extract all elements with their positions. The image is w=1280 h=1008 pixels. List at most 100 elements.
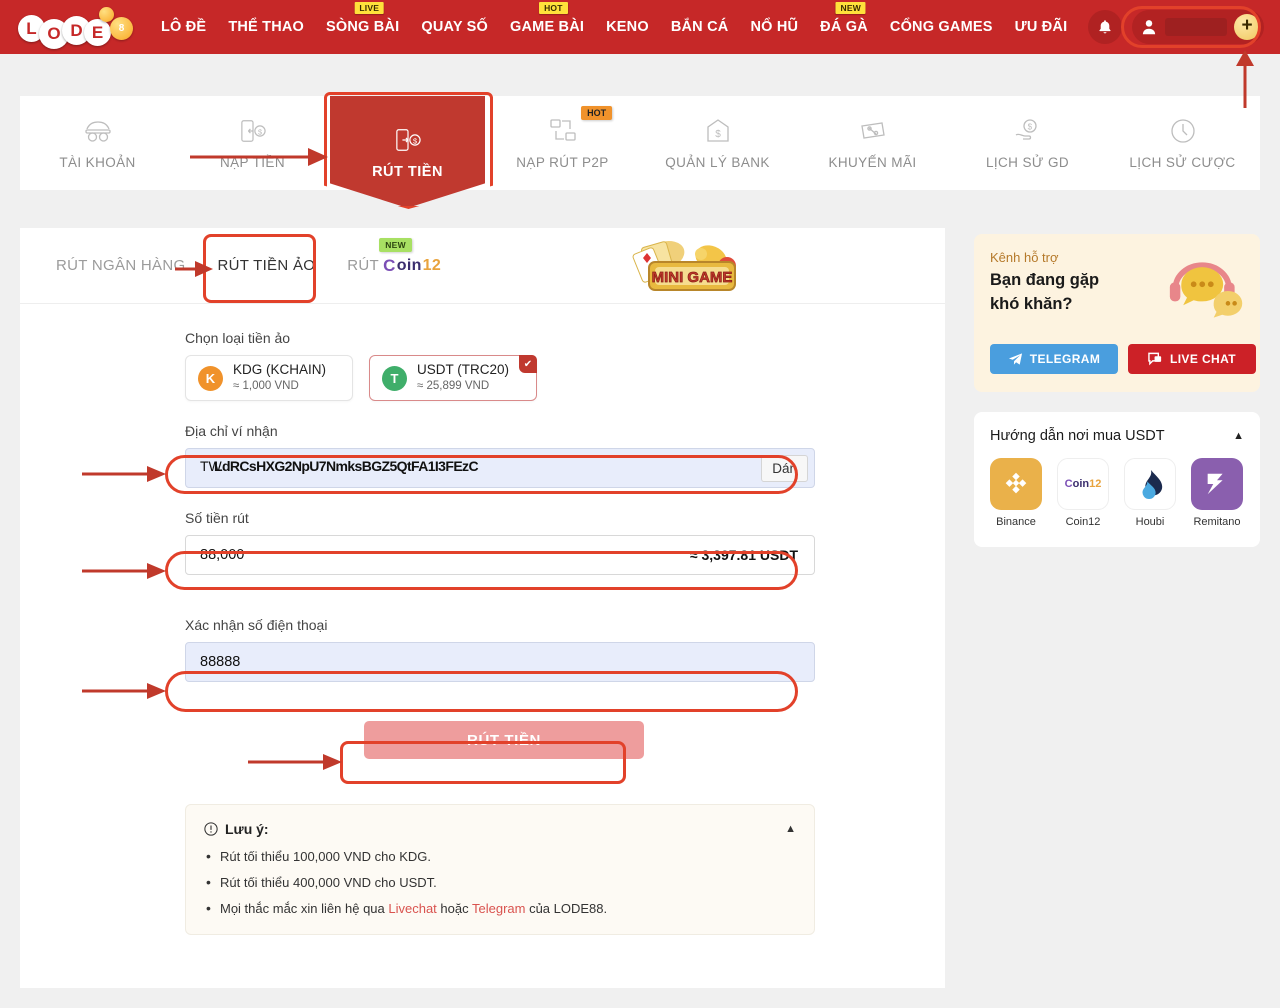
submit-withdraw-button[interactable]: RÚT TIỀN <box>364 721 644 759</box>
nav-label: NỔ HŨ <box>750 19 798 35</box>
nav-item-song-bai[interactable]: LIVE SÒNG BÀI <box>315 0 410 54</box>
nav-item-no-hu[interactable]: NỔ HŨ <box>739 0 809 54</box>
nav-badge-live: LIVE <box>354 2 384 14</box>
huobi-icon <box>1124 458 1176 510</box>
tab-lich-su-gd[interactable]: $ LỊCH SỬ GD <box>950 96 1105 190</box>
tab-rut-tien[interactable]: $ RÚT TIỀN <box>330 96 485 208</box>
coin-option-usdt[interactable]: T USDT (TRC20) ≈ 25,899 VND ✔ <box>369 355 537 401</box>
livechat-button[interactable]: LIVE CHAT <box>1128 344 1256 374</box>
exchange-houbi[interactable]: Houbi <box>1124 458 1176 528</box>
tab-label: QUẢN LÝ BANK <box>665 155 770 170</box>
note-text: Rút tối thiểu 100,000 VND cho KDG. <box>220 849 431 864</box>
tab-nap-rut-p2p[interactable]: HOT NẠP RÚT P2P <box>485 96 640 190</box>
account-tabs-bar: TÀI KHOẢN $ NẠP TIỀN $ RÚT TIỀN HOT <box>20 96 1260 190</box>
notes-box: Lưu ý: ▲ Rút tối thiểu 100,000 VND cho K… <box>185 804 815 935</box>
tab-quan-ly-bank[interactable]: $ QUẢN LÝ BANK <box>640 96 795 190</box>
tab-nap-tien[interactable]: $ NẠP TIỀN <box>175 96 330 190</box>
kdg-coin-icon: K <box>198 366 223 391</box>
usdt-coin-icon: T <box>382 366 407 391</box>
note-text-mid: hoặc <box>437 901 472 916</box>
nav-item-ban-ca[interactable]: BẮN CÁ <box>660 0 740 54</box>
subtab-rut-tien-ao[interactable]: RÚT TIỀN ẢO <box>201 257 331 274</box>
logo-ball-e: E <box>84 19 111 46</box>
amount-label: Số tiền rút <box>185 510 945 526</box>
nav-label: THỂ THAO <box>228 19 304 35</box>
add-funds-plus-button[interactable]: + <box>1234 14 1260 40</box>
nav-item-game-bai[interactable]: HOT GAME BÀI <box>499 0 595 54</box>
guide-collapse-caret[interactable]: ▲ <box>1233 430 1244 442</box>
nav-label: ĐÁ GÀ <box>820 19 868 35</box>
nav-item-lo-de[interactable]: LÔ ĐỀ <box>150 0 217 54</box>
notes-title-row: Lưu ý: <box>204 821 796 837</box>
phone-label: Xác nhận số điện thoại <box>185 617 945 633</box>
notes-collapse-caret[interactable]: ▲ <box>785 823 796 835</box>
remitano-icon <box>1191 458 1243 510</box>
tab-label: RÚT TIỀN <box>372 164 443 180</box>
tab-tai-khoan[interactable]: TÀI KHOẢN <box>20 96 175 190</box>
wallet-address-overlay: LdRCsHXG2NpU7NmksBGZ5QtFA1I3FEzC <box>214 458 478 474</box>
bell-icon <box>1097 19 1113 36</box>
withdraw-phone-icon: $ <box>394 125 422 155</box>
telegram-link[interactable]: Telegram <box>472 901 525 916</box>
exchange-remitano[interactable]: Remitano <box>1191 458 1243 528</box>
phone-input[interactable]: 88888 <box>185 642 815 682</box>
subtab-label: RÚT NGÂN HÀNG <box>56 257 185 274</box>
note-text-pre: Mọi thắc mắc xin liên hệ qua <box>220 901 388 916</box>
bank-house-icon: $ <box>705 116 731 146</box>
minigame-logo-icon: MINI GAME <box>615 236 765 296</box>
binance-icon <box>990 458 1042 510</box>
site-logo[interactable]: L O D E 8 <box>0 0 150 54</box>
telegram-button[interactable]: TELEGRAM <box>990 344 1118 374</box>
coin-texts: USDT (TRC20) ≈ 25,899 VND <box>417 362 509 393</box>
tab-label: LỊCH SỬ GD <box>986 155 1069 170</box>
clock-icon <box>1170 116 1196 146</box>
note-text: Rút tối thiểu 400,000 VND cho USDT. <box>220 875 437 890</box>
wallet-address-value: TW LdRCsHXG2NpU7NmksBGZ5QtFA1I3FEzC <box>200 458 761 478</box>
check-icon: ✔ <box>519 355 537 373</box>
nav-item-the-thao[interactable]: THỂ THAO <box>217 0 315 54</box>
svg-text:$: $ <box>715 129 721 140</box>
subtab-rut-ngan-hang[interactable]: RÚT NGÂN HÀNG <box>40 257 201 274</box>
amount-input[interactable]: 88,000 ≈ 3,397.81 USDT <box>185 535 815 575</box>
minigame-banner[interactable]: MINI GAME <box>615 236 765 296</box>
nav-label: GAME BÀI <box>510 19 584 35</box>
tab-label: NẠP TIỀN <box>220 155 285 170</box>
subtab-rut-coin12[interactable]: NEW RÚT Coin12 <box>331 256 457 276</box>
user-avatar-icon <box>1140 18 1158 36</box>
telegram-icon <box>1008 352 1023 366</box>
tab-label: KHUYẾN MÃI <box>828 155 916 170</box>
withdraw-subtabs: RÚT NGÂN HÀNG RÚT TIỀN ẢO NEW RÚT Coin12 <box>20 228 945 304</box>
coin-type-label: Chọn loại tiền ảo <box>185 330 945 346</box>
notification-bell-button[interactable] <box>1088 10 1122 44</box>
paste-button[interactable]: Dán <box>761 455 808 482</box>
nav-item-quay-so[interactable]: QUAY SỐ <box>410 0 499 54</box>
coin-type-options: K KDG (KCHAIN) ≈ 1,000 VND T USDT (TRC20… <box>185 355 945 401</box>
coin-rate: ≈ 1,000 VND <box>233 379 326 393</box>
nav-item-keno[interactable]: KENO <box>595 0 660 54</box>
nav-label: BẮN CÁ <box>671 19 729 35</box>
user-account-pill[interactable]: + <box>1132 10 1264 44</box>
exchange-binance[interactable]: Binance <box>990 458 1042 528</box>
headset-chat-bubbles-icon <box>1164 250 1250 330</box>
coin-rate: ≈ 25,899 VND <box>417 379 509 393</box>
address-label: Địa chỉ ví nhận <box>185 423 945 439</box>
svg-text:$: $ <box>413 136 417 145</box>
logo-gold-ball-small <box>99 7 114 22</box>
tab-lich-su-cuoc[interactable]: LỊCH SỬ CƯỢC <box>1105 96 1260 190</box>
wallet-address-input[interactable]: TW LdRCsHXG2NpU7NmksBGZ5QtFA1I3FEzC Dán <box>185 448 815 488</box>
exchange-coin12[interactable]: Coin12 Coin12 <box>1057 458 1109 528</box>
nav-badge-hot: HOT <box>539 2 568 14</box>
nav-item-da-ga[interactable]: NEW ĐÁ GÀ <box>809 0 879 54</box>
tab-label: NẠP RÚT P2P <box>516 155 608 170</box>
support-buttons: TELEGRAM LIVE CHAT <box>990 344 1256 374</box>
coin-option-kdg[interactable]: K KDG (KCHAIN) ≈ 1,000 VND <box>185 355 353 401</box>
tab-khuyen-mai[interactable]: KHUYẾN MÃI <box>795 96 950 190</box>
nav-label: ƯU ĐÃI <box>1015 19 1068 35</box>
main-nav: LÔ ĐỀ THỂ THAO LIVE SÒNG BÀI QUAY SỐ HOT… <box>150 0 1088 54</box>
livechat-link[interactable]: Livechat <box>388 901 436 916</box>
coin12-icon: Coin12 <box>1057 458 1109 510</box>
info-icon <box>204 822 218 836</box>
livechat-label: LIVE CHAT <box>1170 352 1236 366</box>
nav-item-uu-dai[interactable]: ƯU ĐÃI <box>1004 0 1079 54</box>
nav-item-cong-games[interactable]: CỔNG GAMES <box>879 0 1004 54</box>
